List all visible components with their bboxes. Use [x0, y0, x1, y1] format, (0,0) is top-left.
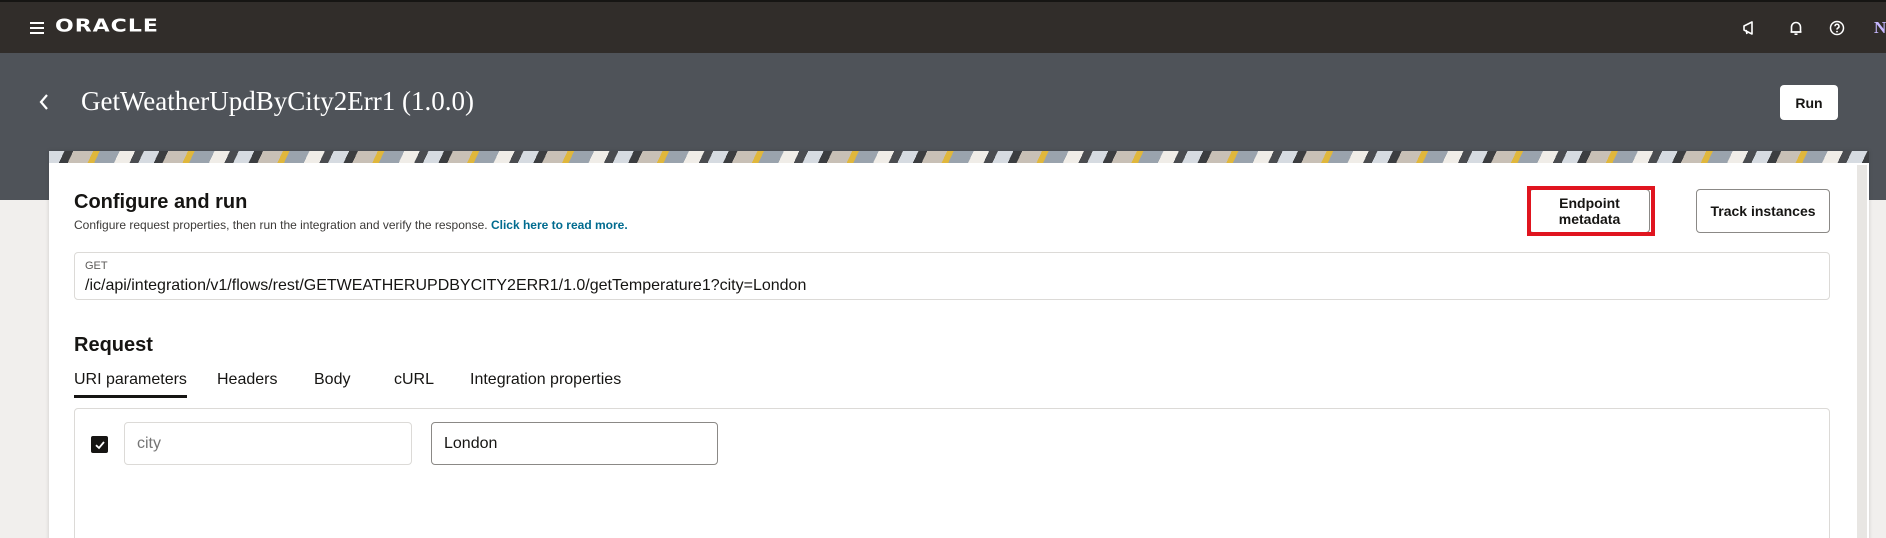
configure-description-text: Configure request properties, then run t…: [74, 218, 488, 232]
top-bar: ORACLE N: [0, 0, 1886, 53]
megaphone-icon[interactable]: [1741, 19, 1759, 37]
hamburger-icon[interactable]: [30, 22, 44, 34]
check-icon: [94, 440, 105, 449]
section-title-configure: Configure and run: [74, 191, 248, 213]
track-instances-button[interactable]: Track instances: [1696, 189, 1830, 233]
decorative-banner: [49, 151, 1869, 163]
endpoint-path: /ic/api/integration/v1/flows/rest/GETWEA…: [85, 277, 807, 294]
param-enabled-checkbox[interactable]: [91, 436, 108, 453]
param-name-input[interactable]: [124, 422, 412, 465]
bell-icon[interactable]: [1787, 19, 1805, 37]
read-more-link[interactable]: Click here to read more.: [491, 218, 628, 232]
configure-card: Configure and run Configure request prop…: [49, 151, 1869, 538]
user-avatar[interactable]: N: [1874, 18, 1886, 38]
uri-params-panel: [74, 408, 1830, 538]
tab-integration-properties[interactable]: Integration properties: [470, 362, 621, 398]
tab-headers[interactable]: Headers: [217, 362, 277, 398]
run-button[interactable]: Run: [1780, 85, 1838, 120]
tab-curl[interactable]: cURL: [394, 362, 434, 398]
page-title: GetWeatherUpdByCity2Err1 (1.0.0): [81, 86, 474, 116]
param-value-input[interactable]: [431, 422, 718, 465]
tab-body[interactable]: Body: [314, 362, 350, 398]
chevron-left-icon[interactable]: [36, 92, 52, 112]
configure-description: Configure request properties, then run t…: [74, 218, 628, 232]
http-method: GET: [85, 260, 108, 272]
help-icon[interactable]: [1828, 19, 1846, 37]
oracle-logo: ORACLE: [55, 16, 159, 37]
scrollbar[interactable]: [1857, 165, 1867, 538]
endpoint-url-box: GET /ic/api/integration/v1/flows/rest/GE…: [74, 252, 1830, 300]
section-title-request: Request: [74, 334, 153, 356]
endpoint-metadata-button[interactable]: Endpoint metadata: [1529, 189, 1650, 233]
tab-uri-parameters[interactable]: URI parameters: [74, 362, 187, 398]
